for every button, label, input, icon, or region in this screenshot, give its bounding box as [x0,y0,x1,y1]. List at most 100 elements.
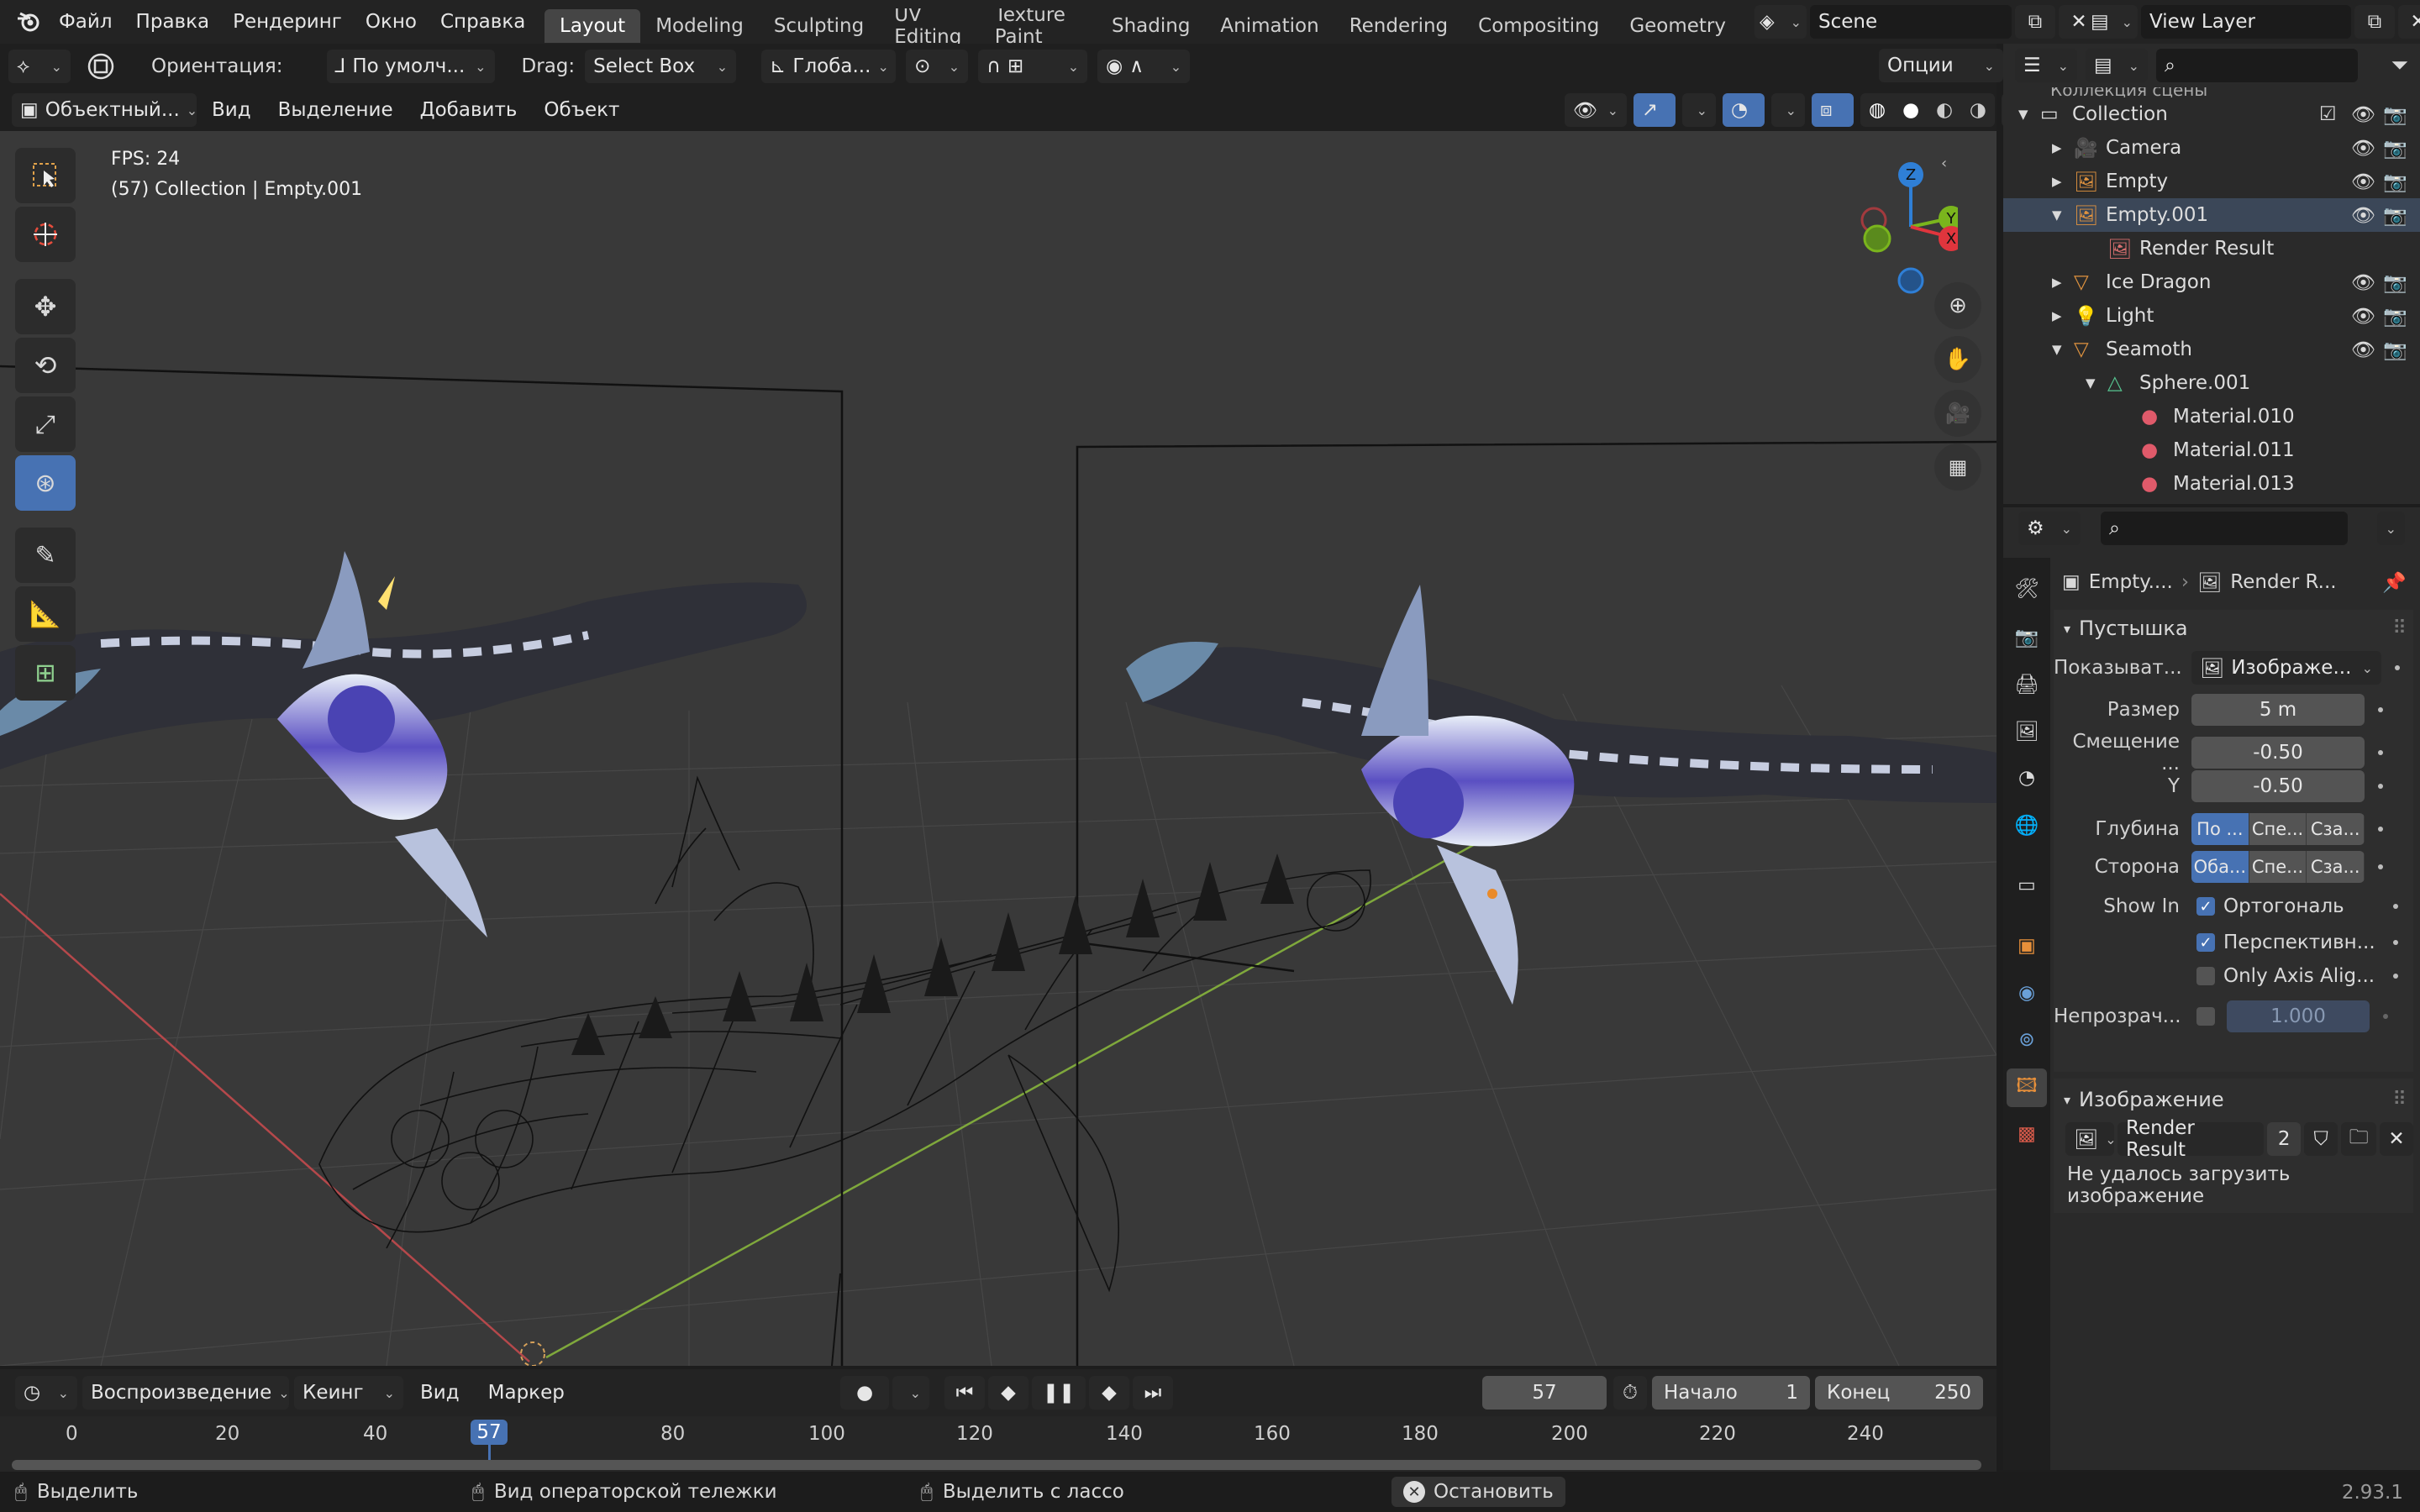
visibility-eye-icon[interactable]: 👁 [2351,137,2375,160]
show-perspective-checkbox[interactable]: ✓ [2196,933,2215,952]
options-dropdown[interactable]: Опции ⌄ [1879,49,2003,82]
view-layer-close-icon[interactable]: ✕ [2398,5,2420,39]
image-browse-button[interactable]: 🖼 ⌄ [2065,1122,2117,1156]
pin-icon[interactable]: 📌 [2382,571,2407,594]
animate-property-icon[interactable] [2383,1014,2388,1019]
collapse-arrow-icon[interactable]: ▼ [2086,375,2096,391]
render-camera-icon[interactable]: 📷 [2383,137,2407,160]
3d-viewport[interactable]: ✥ ⟲ ⤢ ⊛ ✎ 📐 ⊞ FPS: 24 (57) Collection | … [0,131,1996,1366]
properties-editor-type-dropdown[interactable]: ⚙ ⌄ [2018,512,2081,545]
timeline-menu-marker[interactable]: Маркер [476,1382,576,1404]
scene-name-field[interactable]: Scene [1810,5,2012,39]
filter-icon[interactable]: ⏷ [2391,53,2408,79]
expand-arrow-icon[interactable]: ▶ [2052,275,2062,290]
visibility-eye-icon[interactable]: 👁 [2351,305,2375,328]
size-field[interactable]: 5 m [2191,694,2365,726]
navigation-gizmo[interactable]: Z Y X [1840,144,1964,296]
render-camera-icon[interactable]: 📷 [2383,103,2407,126]
view-layer-new-icon[interactable]: ⧉ [2354,5,2395,39]
cursor-tool[interactable] [15,207,76,262]
record-options-dropdown[interactable]: ⌄ [892,1376,929,1410]
snap-dropdown[interactable]: ∩ ⊞ ⌄ [978,50,1088,83]
add-cube-tool[interactable]: ⊞ [15,645,76,701]
outliner-row[interactable]: ▼ ▽ Seamoth 👁 📷 [2003,333,2420,366]
scene-new-icon[interactable]: ⧉ [2015,5,2055,39]
animate-property-icon[interactable] [2378,864,2383,869]
unlink-image-icon[interactable]: ✕ [2380,1122,2414,1156]
outliner-row[interactable]: ▼ △ Sphere.001 [2003,366,2420,400]
outliner-row[interactable]: ▶ 💡 Light 👁 📷 [2003,299,2420,333]
tab-geometry[interactable]: Geometry [1614,9,1741,43]
start-frame-field[interactable]: Начало 1 [1652,1376,1810,1410]
side-front-option[interactable]: Спе... [2249,851,2307,883]
header-collapse-icon[interactable]: ‹ [1941,155,1947,172]
expand-arrow-icon[interactable]: ▶ [2052,174,2062,189]
constraints-tab-icon[interactable]: ⊚ [2012,1025,2042,1055]
move-tool[interactable]: ✥ [15,279,76,334]
stop-render-button[interactable]: ✕ Остановить [1392,1477,1565,1507]
annotate-tool[interactable]: ✎ [15,528,76,583]
visibility-eye-icon[interactable]: 👁 [2351,204,2375,227]
tool-icon[interactable]: ⟡ ⌄ [8,50,71,83]
outliner-row[interactable]: 🖼 Render Result [2003,232,2420,265]
render-camera-icon[interactable]: 📷 [2383,339,2407,361]
collapse-arrow-icon[interactable]: ▼ [2018,107,2028,122]
record-button[interactable]: ● [840,1376,889,1410]
open-image-icon[interactable]: 🗀 [2341,1122,2377,1156]
offset-y-field[interactable]: -0.50 [2191,770,2365,802]
expand-arrow-icon[interactable]: ▶ [2052,140,2062,155]
next-keyframe-icon[interactable]: ◆ [1089,1376,1129,1410]
tab-sculpting[interactable]: Sculpting [759,9,879,43]
display-mode-dropdown[interactable]: ▤ ⌄ [2086,49,2148,82]
gizmo-dropdown[interactable]: ⌄ [1682,93,1716,127]
outliner-row[interactable]: ● Material.010 [2003,400,2420,433]
prev-keyframe-icon[interactable]: ◆ [988,1376,1028,1410]
measure-tool[interactable]: 📐 [15,586,76,642]
outliner-row[interactable]: ▶ 🖼 Empty 👁 📷 [2003,165,2420,198]
outliner-search-input[interactable]: ⌕ [2156,49,2358,82]
menu-edit[interactable]: Правка [124,11,222,33]
depth-default-option[interactable]: По ... [2191,813,2249,845]
view-layer-browse-button[interactable]: ▤ ⌄ [2086,5,2138,39]
playhead[interactable]: 57 [471,1420,508,1445]
collection-tab-icon[interactable]: ▭ [2012,870,2042,900]
animate-property-icon[interactable] [2378,784,2383,789]
world-tab-icon[interactable]: 🌐 [2012,810,2042,840]
animate-property-icon[interactable] [2393,904,2398,909]
visibility-eye-icon[interactable]: 👁 [2351,339,2375,361]
expand-arrow-icon[interactable]: ▶ [2052,308,2062,323]
outliner-row[interactable]: ▼ ▭ Collection ☑ 👁 📷 [2003,97,2420,131]
show-orthographic-checkbox[interactable]: ✓ [2196,897,2215,916]
tab-uv-editing[interactable]: UV Editing [879,8,980,44]
timeline-ruler[interactable]: 0 20 40 80 100 120 140 160 180 200 220 240 57 [0,1416,1996,1472]
overlays-toggle-icon[interactable]: ◔ [1723,93,1765,127]
tab-layout[interactable]: Layout [544,9,641,43]
fake-user-icon[interactable]: ⛉ [2304,1122,2338,1156]
perspective-grid-icon[interactable]: ▦ [1934,444,1981,491]
tool-tab-icon[interactable]: 🛠 [2012,573,2042,603]
mode-dropdown[interactable]: ▣ Объектный... ⌄ [12,93,197,127]
end-frame-field[interactable]: Конец 250 [1815,1376,1983,1410]
tab-modeling[interactable]: Modeling [640,9,759,43]
select-box-tool[interactable] [15,148,76,203]
rendered-shading-icon[interactable]: ◑ [1970,99,1986,121]
collapse-arrow-icon[interactable]: ▼ [2052,342,2062,357]
menu-object[interactable]: Объект [532,99,631,121]
physics-tab-icon[interactable]: ◉ [2012,978,2042,1008]
menu-render[interactable]: Рендеринг [221,11,354,33]
zoom-icon[interactable]: ⊕ [1934,282,1981,329]
panel-drag-icon[interactable]: ⠿ [2392,617,2407,639]
timeline-scrollbar[interactable] [12,1460,1981,1470]
render-camera-icon[interactable]: 📷 [2383,305,2407,328]
render-camera-icon[interactable]: 📷 [2383,171,2407,193]
animate-property-icon[interactable] [2393,940,2398,945]
overlays-dropdown[interactable]: ⌄ [1771,93,1805,127]
opacity-field[interactable]: 1.000 [2227,1000,2370,1032]
proportional-edit-dropdown[interactable]: ◉ ∧ ⌄ [1097,50,1191,83]
timeline-menu-view[interactable]: Вид [408,1382,471,1404]
scene-tab-icon[interactable]: ◔ [2012,763,2042,793]
preview-range-icon[interactable]: ⏱ [1613,1376,1647,1410]
pivot-point-dropdown[interactable]: ⊙ ⌄ [906,50,969,83]
wireframe-shading-icon[interactable]: ◍ [1869,99,1886,121]
tab-shading[interactable]: Shading [1097,9,1205,43]
